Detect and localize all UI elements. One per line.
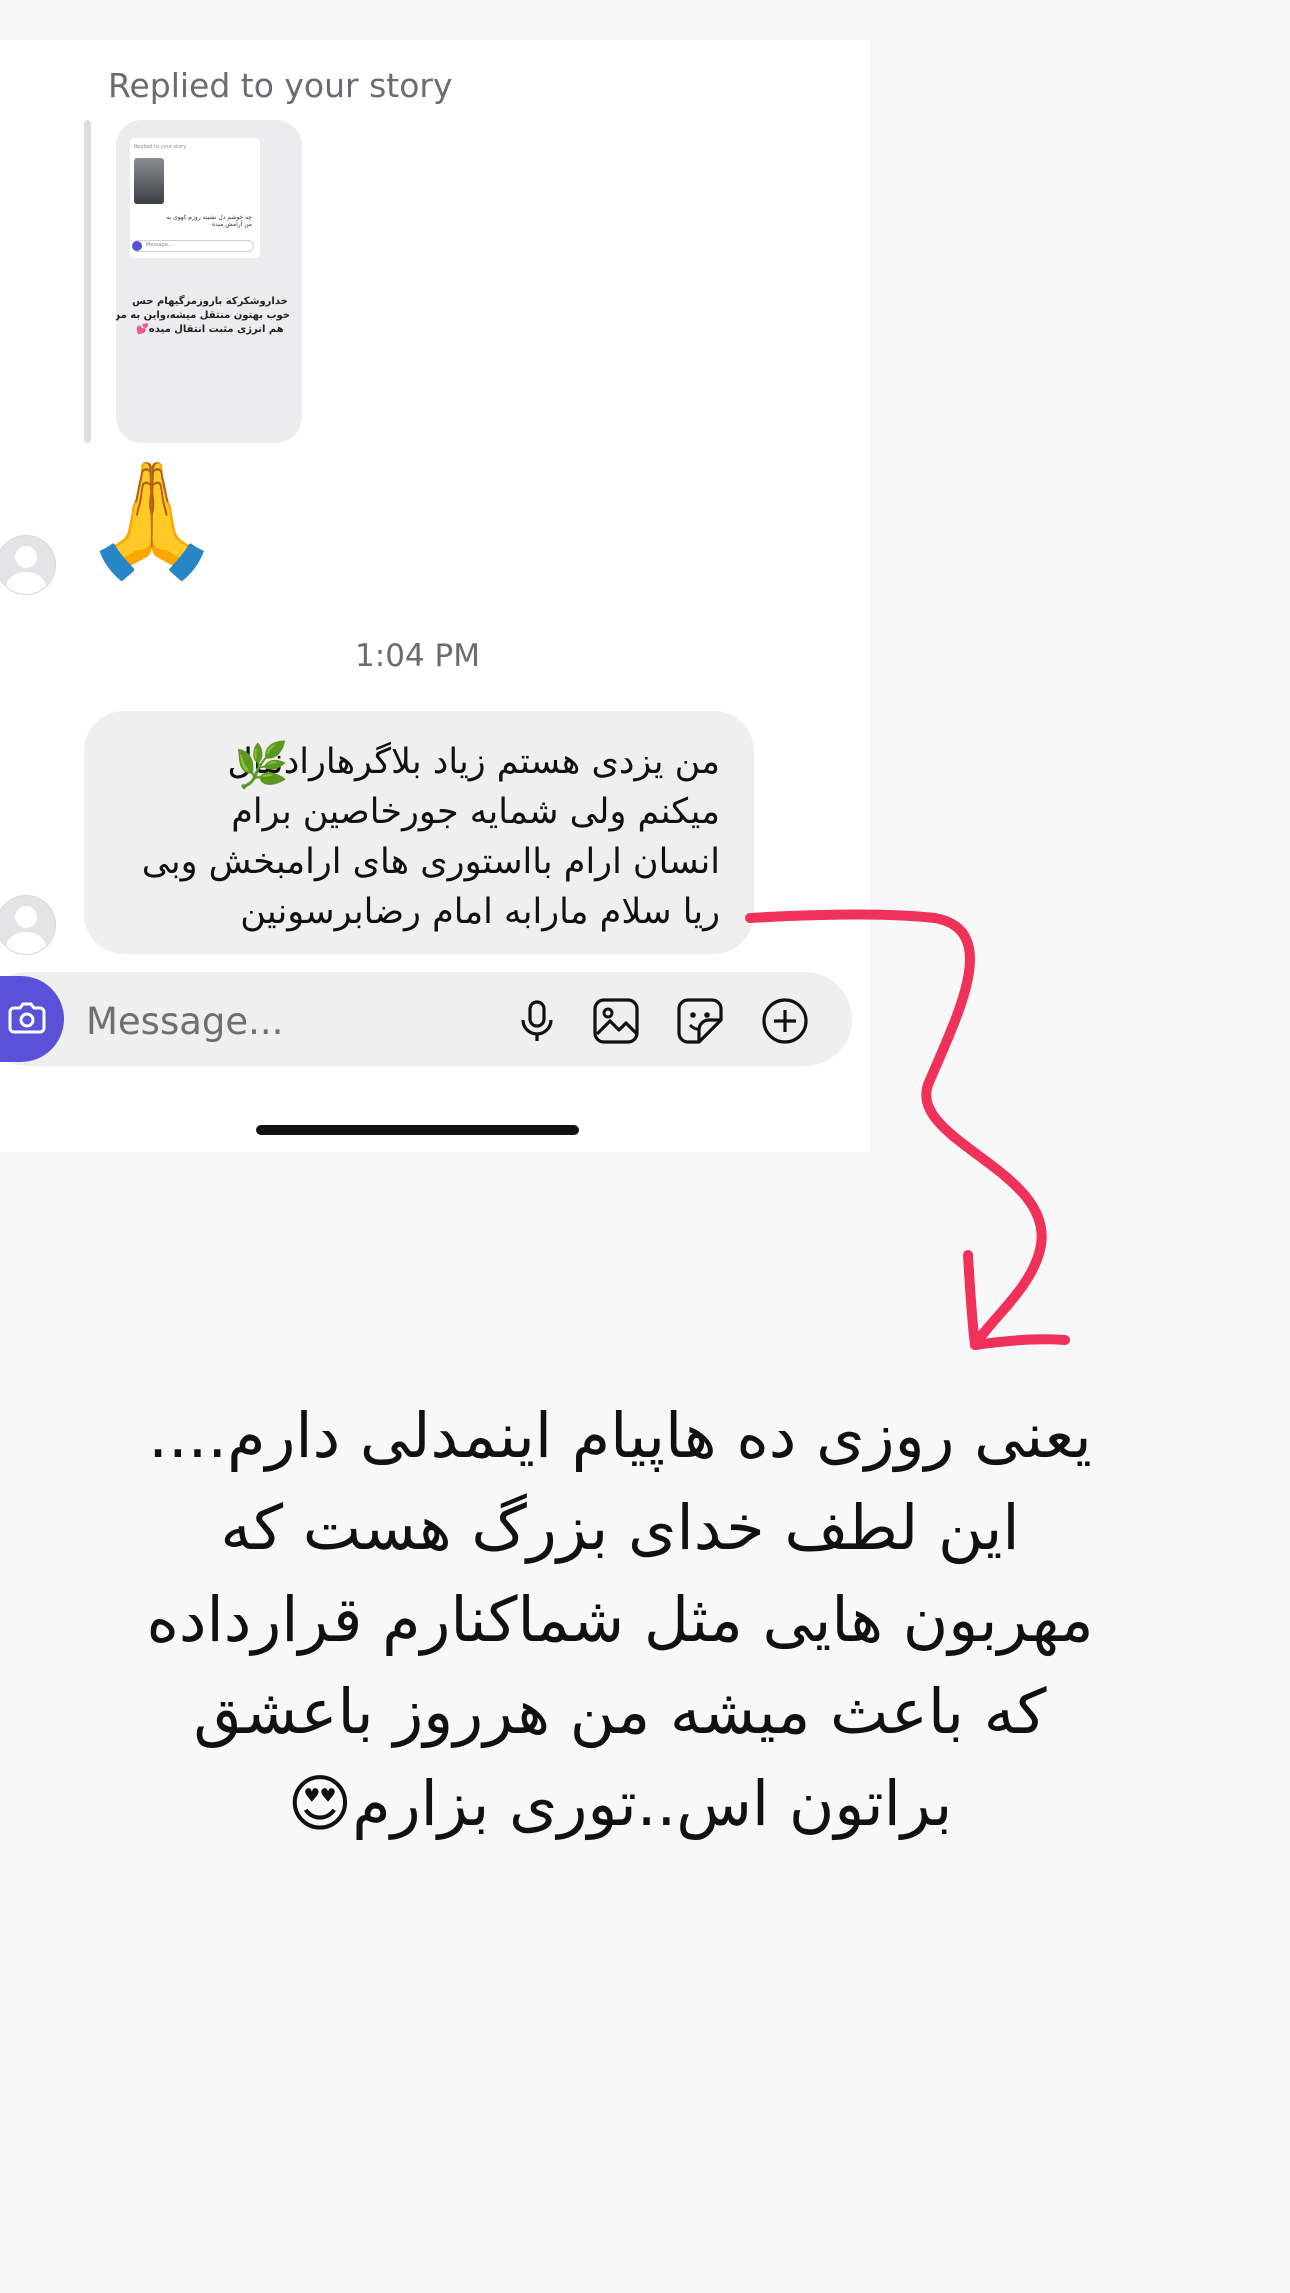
caption-line: یعنی روزی ده هاپیام اینمدلی دارم.... (148, 1399, 1092, 1472)
caption-line: مهربون هایی مثل شماکنارم قرارداده (146, 1583, 1094, 1656)
annotation-arrow (745, 909, 1070, 1350)
arrow-curve (745, 909, 1047, 1350)
story-caption: یعنی روزی ده هاپیام اینمدلی دارم.... این… (110, 1390, 1130, 1850)
caption-line: این لطف خدای بزرگ هست که (220, 1491, 1020, 1564)
caption-line: که باعث میشه من هرروز باعشق (193, 1675, 1047, 1748)
caption-line: براتون اس..توری بزارم😍 (287, 1767, 953, 1840)
